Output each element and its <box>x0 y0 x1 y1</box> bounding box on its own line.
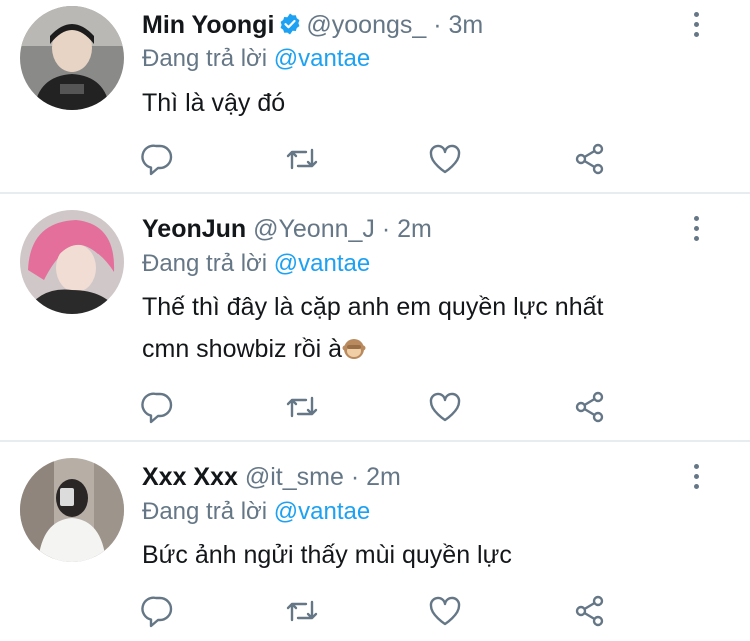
separator-dot: · <box>433 11 442 39</box>
tweet-header: Xxx Xxx @it_sme · 2m <box>142 461 401 493</box>
mention-link[interactable]: @vantae <box>274 250 370 277</box>
tweet-header: YeonJun @Yeonn_J · 2m <box>142 213 432 245</box>
heart-icon <box>429 596 461 626</box>
author-name[interactable]: Min Yoongi <box>142 11 274 39</box>
tweet-actions <box>140 142 620 176</box>
share-button[interactable] <box>572 390 608 424</box>
mention-link[interactable]: @vantae <box>274 45 370 72</box>
timestamp[interactable]: 2m <box>366 463 401 491</box>
reply-button[interactable] <box>140 594 176 628</box>
author-name[interactable]: Xxx Xxx <box>142 463 238 491</box>
avatar[interactable] <box>20 6 124 110</box>
share-icon <box>575 391 604 423</box>
retweet-button[interactable] <box>284 594 320 628</box>
tweet-text-line: cmn showbiz rồi à <box>142 328 702 370</box>
timestamp[interactable]: 2m <box>397 215 432 243</box>
replying-label: Đang trả lời <box>142 498 268 525</box>
avatar[interactable] <box>20 210 124 314</box>
reply-button[interactable] <box>140 142 176 176</box>
author-handle[interactable]: @yoongs_ <box>306 11 426 39</box>
like-button[interactable] <box>427 390 463 424</box>
like-button[interactable] <box>427 594 463 628</box>
share-button[interactable] <box>572 594 608 628</box>
tweet-actions <box>140 594 620 628</box>
replying-label: Đang trả lời <box>142 250 268 277</box>
tweet-replies-feed: Min Yoongi @yoongs_ · 3m Đang trả lời @va… <box>0 0 750 641</box>
tweet-text: Thế thì đây là cặp anh em quyền lực nhất… <box>142 286 702 370</box>
separator-dot: · <box>350 463 360 491</box>
heart-icon <box>429 144 461 174</box>
avatar[interactable] <box>20 458 124 562</box>
more-vertical-icon[interactable] <box>686 216 706 246</box>
mention-link[interactable]: @vantae <box>274 498 370 525</box>
see-no-evil-monkey-icon <box>342 339 366 359</box>
verified-badge-icon <box>280 13 300 35</box>
timestamp[interactable]: 3m <box>449 11 484 39</box>
share-icon <box>575 143 604 175</box>
more-vertical-icon[interactable] <box>686 464 706 494</box>
replying-label: Đang trả lời <box>142 45 268 72</box>
retweet-icon <box>286 600 318 622</box>
share-button[interactable] <box>572 142 608 176</box>
separator-dot: · <box>381 215 391 243</box>
replying-to: Đang trả lời @vantae <box>142 496 370 528</box>
reply-icon <box>141 596 173 628</box>
tweet-text-line: Thế thì đây là cặp anh em quyền lực nhất <box>142 293 604 321</box>
replying-to: Đang trả lời @vantae <box>142 43 370 75</box>
retweet-button[interactable] <box>284 142 320 176</box>
more-vertical-icon[interactable] <box>686 12 706 42</box>
retweet-button[interactable] <box>284 390 320 424</box>
tweet-text: Bức ảnh ngửi thấy mùi quyền lực <box>142 541 512 569</box>
retweet-icon <box>286 148 318 170</box>
author-name[interactable]: YeonJun <box>142 215 246 243</box>
reply-tweet[interactable]: Min Yoongi @yoongs_ · 3m Đang trả lời @va… <box>0 0 750 192</box>
replying-to: Đang trả lời @vantae <box>142 248 370 280</box>
retweet-icon <box>286 396 318 418</box>
like-button[interactable] <box>427 142 463 176</box>
tweet-header: Min Yoongi @yoongs_ · 3m <box>142 9 483 41</box>
heart-icon <box>429 392 461 422</box>
reply-icon <box>141 392 173 424</box>
reply-button[interactable] <box>140 390 176 424</box>
author-handle[interactable]: @it_sme <box>245 463 344 491</box>
author-handle[interactable]: @Yeonn_J <box>253 215 375 243</box>
share-icon <box>575 595 604 627</box>
tweet-text: Thì là vậy đó <box>142 89 286 117</box>
reply-tweet[interactable]: Xxx Xxx @it_sme · 2m Đang trả lời @vanta… <box>0 442 750 641</box>
reply-tweet[interactable]: YeonJun @Yeonn_J · 2m Đang trả lời @vant… <box>0 194 750 440</box>
tweet-actions <box>140 390 620 424</box>
reply-icon <box>141 144 173 176</box>
